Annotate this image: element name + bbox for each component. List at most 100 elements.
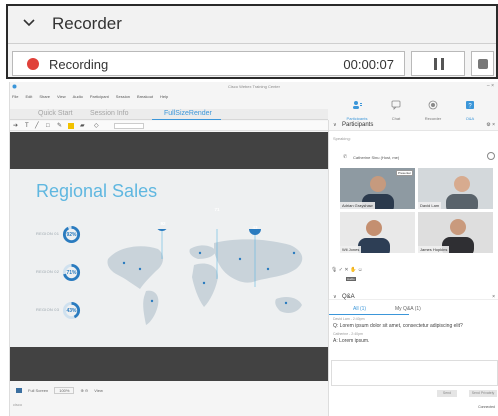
eraser-icon[interactable]: ◇ — [94, 123, 99, 129]
recording-elapsed-time: 00:00:07 — [343, 57, 394, 72]
pause-button[interactable] — [411, 51, 465, 76]
slide-title: Regional Sales — [36, 181, 158, 201]
speaking-label: Speaking: — [333, 136, 351, 141]
page-selector[interactable] — [114, 123, 144, 129]
phone-icon: ✆ — [343, 154, 348, 160]
qa-title: Q&A — [342, 294, 355, 300]
active-tab-indicator — [329, 314, 409, 315]
window-titlebar: Cisco Webex Training Center – × — [10, 82, 498, 92]
thumbnail-icon[interactable] — [16, 387, 22, 393]
text-tool-icon[interactable]: T — [25, 123, 29, 129]
highlighter-icon[interactable]: ▰ — [80, 123, 85, 129]
close-icon[interactable]: × — [492, 294, 495, 300]
camera-toggle-icon[interactable] — [487, 152, 495, 160]
nav-participants[interactable]: Participants — [344, 97, 370, 121]
participants-title: Participants — [342, 122, 374, 128]
recorder-title: Recorder — [52, 14, 122, 33]
qa-header[interactable]: ∨ Q&A × — [329, 289, 498, 300]
recorder-header[interactable]: Recorder — [8, 6, 496, 44]
line-tool-icon[interactable]: ╱ — [35, 123, 39, 129]
video-tile-3[interactable]: Wil Jones — [340, 212, 415, 253]
training-center-window: Cisco Webex Training Center – × File Edi… — [9, 82, 498, 416]
tile-name-2: David Lam — [418, 202, 442, 209]
status-bar: Full Screen 100% ⊕ ⊖ View — [10, 384, 328, 396]
menu-session[interactable]: Session — [116, 94, 130, 100]
tile-name-1: Adrian Grayshaw — [340, 202, 375, 209]
menu-bar: File Edit Share View Audio Participant S… — [12, 94, 168, 100]
rectangle-tool-icon[interactable]: □ — [46, 123, 50, 129]
mute-icon[interactable]: 🎙 — [331, 267, 337, 273]
nav-chat[interactable]: Chat — [383, 97, 409, 121]
video-tile-4[interactable]: James Hopkins — [418, 212, 493, 253]
document-tabs: Quick Start Session Info FullSizeRender — [10, 109, 328, 120]
answer-meta: Catherine - 2:40pm — [333, 332, 363, 336]
raise-hand-icon[interactable]: ✋ — [350, 267, 356, 273]
donut-value-3: 43% — [66, 308, 77, 314]
chevron-down-icon[interactable] — [22, 16, 36, 30]
pointer-icon[interactable]: ➔ — [13, 123, 18, 129]
send-privately-button[interactable]: Send Privately — [469, 390, 497, 397]
donut-value-1: 92% — [66, 232, 77, 238]
zoom-icons[interactable]: ⊕ ⊖ — [80, 388, 88, 393]
answer-text: A: Lorem ipsum. — [333, 338, 370, 344]
send-button[interactable]: Send — [437, 390, 457, 397]
region-label-3: REGION 03 — [36, 307, 60, 312]
recorder-panel: Recorder Recording 00:00:07 — [6, 4, 498, 79]
zoom-select[interactable]: 100% — [54, 386, 75, 394]
stage-background-bottom — [10, 347, 328, 381]
window-title: Cisco Webex Training Center — [228, 84, 280, 89]
menu-file[interactable]: File — [12, 94, 18, 100]
tab-qa-mine[interactable]: My Q&A (1) — [395, 306, 421, 312]
chevron-down-icon[interactable]: ∨ — [333, 294, 337, 300]
world-map — [107, 229, 303, 325]
chat-icon — [391, 100, 401, 110]
close-icon[interactable]: ✕ — [344, 267, 348, 273]
connection-status: Connected — [478, 405, 495, 409]
menu-share[interactable]: Share — [39, 94, 50, 100]
emoji-icon[interactable]: ☺ — [358, 267, 363, 273]
menu-breakout[interactable]: Breakout — [137, 94, 153, 100]
donut-value-2: 71% — [66, 270, 77, 276]
menu-help[interactable]: Help — [160, 94, 168, 100]
full-screen-button[interactable]: Full Screen — [28, 388, 48, 393]
tab-fullsizerender[interactable]: FullSizeRender — [164, 110, 212, 117]
recording-status-bar: Recording 00:00:07 — [12, 51, 405, 76]
current-speaker: Catherine Sinu (Host, me) — [353, 155, 400, 160]
video-tile-2[interactable]: David Lam — [418, 168, 493, 209]
pause-icon — [434, 58, 437, 70]
window-controls[interactable]: – × — [487, 83, 494, 89]
stop-button[interactable] — [471, 51, 494, 76]
color-picker-icon[interactable] — [68, 123, 74, 129]
menu-audio[interactable]: Audio — [73, 94, 83, 100]
presenter-badge: Presenter — [395, 170, 413, 176]
cisco-logo: cisco — [13, 402, 23, 407]
audio-badge: Audio — [346, 277, 356, 281]
tab-session-info[interactable]: Session Info — [90, 110, 129, 117]
qa-tabs: All (1) My Q&A (1) — [329, 304, 498, 315]
nav-recorder[interactable]: Recorder — [420, 97, 446, 121]
view-menu[interactable]: View — [94, 388, 103, 393]
tab-quick-start[interactable]: Quick Start — [38, 110, 73, 117]
nav-qa[interactable]: ? Q&A — [457, 97, 483, 121]
menu-view[interactable]: View — [57, 94, 66, 100]
participants-header[interactable]: ∨ Participants ⚙ × — [329, 120, 498, 131]
side-panel: ∨ Participants ⚙ × Speaking: ✆ Catherine… — [328, 120, 498, 416]
tile-name-3: Wil Jones — [340, 246, 362, 253]
map-pin-label-1: 92 — [160, 221, 166, 226]
settings-icon[interactable]: ⚙ × — [486, 122, 495, 128]
stage-background-top — [10, 132, 328, 169]
chevron-down-icon[interactable]: ∨ — [333, 122, 337, 128]
qa-input[interactable] — [331, 360, 498, 386]
pen-tool-icon[interactable]: ✎ — [57, 123, 62, 129]
check-icon[interactable]: ✓ — [339, 267, 343, 273]
active-tab-indicator — [152, 119, 221, 120]
menu-edit[interactable]: Edit — [25, 94, 32, 100]
qa-icon: ? — [466, 101, 474, 109]
tab-qa-all[interactable]: All (1) — [353, 306, 366, 312]
recording-status-label: Recording — [49, 57, 109, 72]
menu-participant[interactable]: Participant — [90, 94, 109, 100]
map-pin-label-3: 43 — [252, 225, 258, 230]
recording-dot-icon — [27, 58, 39, 70]
video-tile-1[interactable]: Presenter Adrian Grayshaw — [340, 168, 415, 209]
question-text[interactable]: Q: Lorem ipsum dolor sit amet, consectet… — [333, 323, 463, 329]
